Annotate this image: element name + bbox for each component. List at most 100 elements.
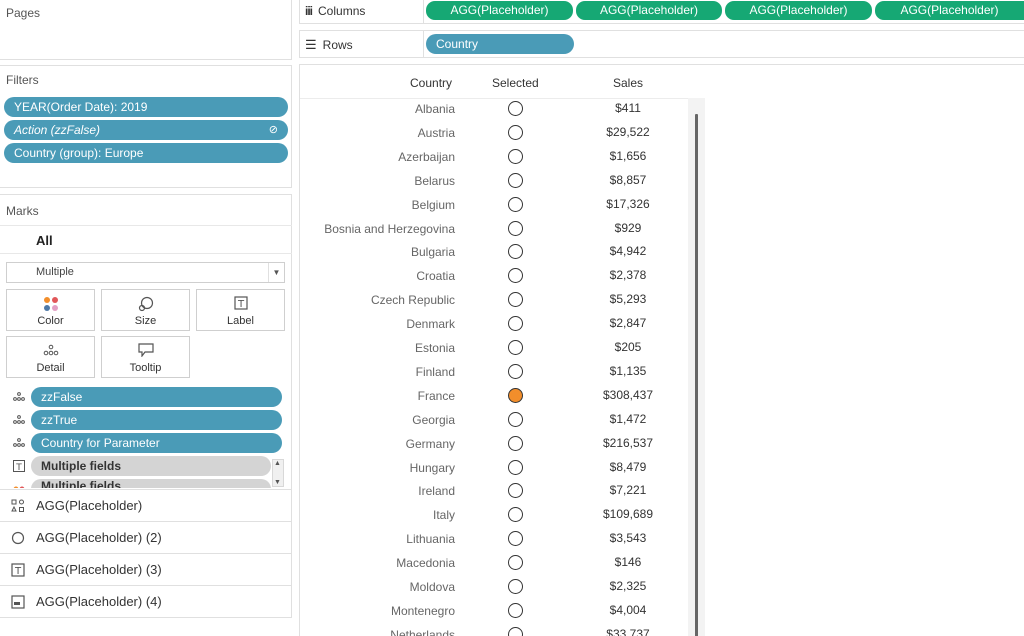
table-row[interactable]: Italy $109,689: [300, 504, 688, 528]
sales-cell: $216,537: [602, 435, 654, 450]
table-row[interactable]: Montenegro $4,004: [300, 600, 688, 624]
view-scrollbar-track[interactable]: [688, 98, 705, 636]
sales-cell: $2,378: [609, 268, 647, 283]
color-button[interactable]: Color: [6, 289, 95, 331]
marks-all-row[interactable]: All: [0, 225, 292, 254]
marks-field-country-parameter[interactable]: Country for Parameter: [31, 433, 282, 453]
sales-cell: $205: [614, 340, 642, 354]
circle-mark[interactable]: [508, 268, 523, 284]
circle-mark[interactable]: [508, 459, 523, 475]
circle-mark[interactable]: [508, 124, 523, 140]
label-button[interactable]: T Label: [196, 289, 285, 331]
table-row[interactable]: Albania $411: [300, 98, 688, 122]
filter-pill-year[interactable]: YEAR(Order Date): 2019: [4, 97, 288, 117]
circle-mark[interactable]: [508, 363, 523, 379]
table-row[interactable]: Belarus $8,857: [300, 170, 688, 194]
marks-field-multiple-fields[interactable]: Multiple fields: [31, 456, 271, 476]
country-cell: Georgia: [412, 412, 455, 427]
table-row[interactable]: Moldova $2,325: [300, 576, 688, 600]
marks-section-3[interactable]: T AGG(Placeholder) (3): [0, 553, 292, 585]
detail-button[interactable]: Detail: [6, 336, 95, 378]
column-header-sales[interactable]: Sales: [613, 76, 643, 90]
circle-mark[interactable]: [508, 292, 523, 308]
table-row[interactable]: Netherlands $33,737: [300, 624, 688, 636]
size-button[interactable]: Size: [101, 289, 190, 331]
country-cell: Italy: [432, 508, 455, 523]
circle-mark[interactable]: [508, 555, 523, 571]
column-header-selected[interactable]: Selected: [492, 76, 539, 90]
circle-mark[interactable]: [508, 531, 523, 547]
marks-section-1[interactable]: AGG(Placeholder): [0, 489, 292, 521]
rows-shelf[interactable]: ☰ Rows: [299, 30, 1024, 58]
marks-fields-scrollbar[interactable]: ▲ ▼: [272, 459, 284, 487]
table-row[interactable]: Azerbaijan $1,656: [300, 146, 688, 170]
country-cell: Netherlands: [390, 627, 455, 636]
columns-pill-3[interactable]: AGG(Placeholder): [725, 1, 872, 20]
circle-mark[interactable]: [508, 220, 523, 236]
rows-shelf-divider: [423, 31, 424, 58]
table-row[interactable]: Czech Republic $5,293: [300, 289, 688, 313]
country-cell: Macedonia: [396, 556, 455, 571]
table-row[interactable]: Bosnia and Herzegovina $929: [300, 218, 688, 242]
rows-icon: ☰: [305, 37, 317, 52]
country-cell: Austria: [417, 125, 455, 140]
filter-pill-country-group[interactable]: Country (group): Europe: [4, 143, 288, 163]
table-row[interactable]: Ireland $7,221: [300, 480, 688, 504]
rows-pill-country[interactable]: Country: [426, 34, 574, 54]
filters-title: Filters: [6, 73, 39, 87]
circle-mark[interactable]: [508, 196, 523, 212]
circle-mark[interactable]: [508, 316, 523, 332]
country-cell: Azerbaijan: [398, 149, 455, 164]
marks-all-label: All: [36, 233, 53, 248]
table-row[interactable]: Austria $29,522: [300, 122, 688, 146]
circle-mark[interactable]: [508, 626, 523, 636]
table-row[interactable]: Finland $1,135: [300, 361, 688, 385]
table-row[interactable]: Lithuania $3,543: [300, 528, 688, 552]
label-icon: T: [13, 460, 25, 472]
columns-pill-2[interactable]: AGG(Placeholder): [576, 1, 722, 20]
columns-pill-4[interactable]: AGG(Placeholder): [875, 1, 1024, 20]
tooltip-button[interactable]: Tooltip: [101, 336, 190, 378]
circle-mark[interactable]: [508, 244, 523, 260]
table-row[interactable]: Bulgaria $4,942: [300, 241, 688, 265]
mark-type-dropdown[interactable]: Multiple ▼: [6, 262, 285, 283]
sales-cell: $2,325: [609, 579, 647, 593]
circle-mark[interactable]: [508, 483, 523, 499]
marks-field-multiple-fields-2[interactable]: Multiple fields: [31, 479, 271, 488]
table-row[interactable]: Denmark $2,847: [300, 313, 688, 337]
sales-cell: $4,004: [609, 602, 647, 617]
view-scrollbar-thumb[interactable]: [695, 114, 698, 636]
circle-mark[interactable]: [508, 172, 523, 188]
table-row[interactable]: Croatia $2,378: [300, 265, 688, 289]
table-row[interactable]: Hungary $8,479: [300, 457, 688, 481]
svg-text:T: T: [236, 299, 244, 310]
circle-mark[interactable]: [508, 602, 523, 618]
label-icon: T: [197, 296, 284, 310]
table-row[interactable]: Germany $216,537: [300, 433, 688, 457]
circle-mark[interactable]: [508, 340, 523, 355]
table-row[interactable]: Macedonia $146: [300, 552, 688, 576]
circle-mark[interactable]: [508, 411, 523, 427]
country-cell: Ireland: [418, 484, 455, 499]
pages-card: Pages: [0, 0, 292, 60]
table-row[interactable]: Estonia $205: [300, 337, 688, 361]
marks-section-4[interactable]: AGG(Placeholder) (4): [0, 585, 292, 617]
circle-mark[interactable]: [508, 579, 523, 594]
country-cell: Lithuania: [406, 532, 455, 547]
column-header-country[interactable]: Country: [410, 76, 452, 90]
circle-mark[interactable]: [508, 435, 523, 451]
table-row[interactable]: Belgium $17,326: [300, 194, 688, 218]
filter-pill-action[interactable]: Action (zzFalse) ⊘: [4, 120, 288, 140]
table-row[interactable]: Georgia $1,472: [300, 409, 688, 433]
table-row[interactable]: France $308,437: [300, 385, 688, 409]
circle-mark[interactable]: [508, 507, 523, 523]
circle-mark[interactable]: [508, 148, 523, 164]
sales-cell: $3,543: [609, 531, 647, 546]
marks-section-2[interactable]: AGG(Placeholder) (2): [0, 521, 292, 553]
sales-cell: $17,326: [606, 196, 650, 211]
columns-pill-1[interactable]: AGG(Placeholder): [426, 1, 573, 20]
marks-field-zzfalse[interactable]: zzFalse: [31, 387, 282, 407]
marks-field-zztrue[interactable]: zzTrue: [31, 410, 282, 430]
circle-mark[interactable]: [508, 101, 523, 116]
selected-circle-mark[interactable]: [508, 387, 523, 403]
